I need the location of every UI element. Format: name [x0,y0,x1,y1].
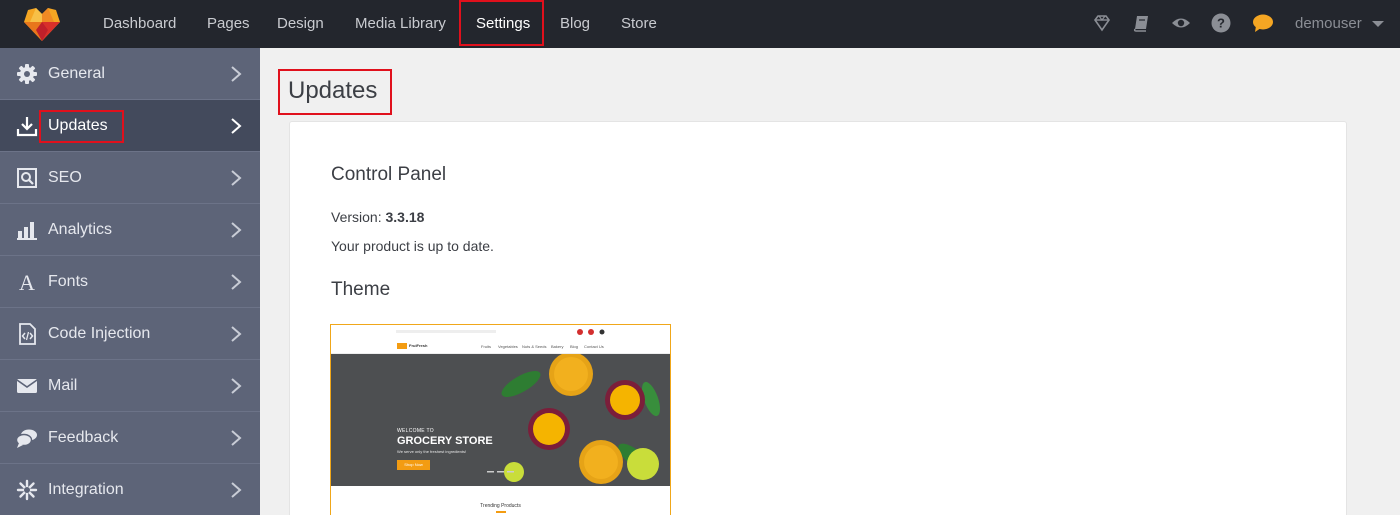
chevron-right-icon [231,378,242,394]
preview-brand: FruiFresh [409,343,428,348]
preview-divider [496,511,506,513]
chat-icon[interactable] [1252,12,1274,34]
nav-blog[interactable]: Blog [560,0,590,48]
sidebar-item-mail[interactable]: Mail [0,360,260,412]
preview-menu-2: Nuts & Seeds [522,344,547,349]
sidebar-item-feedback[interactable]: Feedback [0,412,260,464]
preview-trending-heading: Trending Products [480,503,521,509]
font-icon: A [19,271,35,293]
nav-store[interactable]: Store [621,0,657,48]
sidebar-item-integration[interactable]: Integration [0,464,260,515]
nav-design[interactable]: Design [277,0,324,48]
version-label: Version: [331,209,382,225]
feedback-icon [16,429,37,448]
theme-preview-hero: WELCOME TO GROCERY STORE We serve only t… [331,354,670,486]
preview-menu-1: Vegetables [498,344,518,349]
sidebar-item-label: SEO [48,169,82,186]
preview-menu-4: Blog [570,344,579,349]
chevron-right-icon [231,118,242,134]
sidebar-item-general[interactable]: General [0,48,260,100]
diamond-icon[interactable] [1091,12,1113,34]
sidebar-item-label: Mail [48,377,78,394]
seo-icon [17,168,37,188]
sidebar-item-label: Integration [48,481,124,498]
chevron-right-icon [231,430,242,446]
sidebar-item-label: Analytics [48,221,113,238]
chevron-right-icon [231,170,242,186]
analytics-icon [17,222,37,240]
sidebar-item-fonts[interactable]: A Fonts [0,256,260,308]
chevron-right-icon [231,222,242,238]
theme-preview[interactable]: FruiFresh Fruits Vegetables Nuts & Seeds… [330,324,671,515]
download-icon [16,117,38,137]
preview-cart-icons [577,329,605,335]
preview-search-bar [396,330,496,333]
mail-icon [16,379,38,393]
sidebar-item-label: Fonts [48,273,89,290]
preview-menu-3: Bakery [551,344,564,349]
user-menu[interactable]: demouser [1295,0,1362,48]
chevron-right-icon [231,326,242,342]
updates-highlight-box [39,110,124,143]
book-icon[interactable] [1131,12,1153,34]
sidebar-item-analytics[interactable]: Analytics [0,204,260,256]
chevron-right-icon [231,66,242,82]
sidebar-item-code-injection[interactable]: Code Injection [0,308,260,360]
chevron-down-icon[interactable] [1372,21,1384,27]
chevron-right-icon [231,274,242,290]
update-status: Your product is up to date. [331,238,494,254]
preview-menu-5: Contact Us [584,344,604,349]
theme-heading: Theme [331,279,391,300]
preview-hero-title: GROCERY STORE [397,435,493,447]
sidebar-item-label: Code Injection [48,325,151,342]
eye-icon[interactable] [1170,12,1192,34]
version-number: 3.3.18 [385,209,425,225]
preview-logo-icon [397,343,407,349]
integration-icon [16,479,38,501]
settings-sidebar: General Updates SEO Analytics A Fonts Co… [0,48,260,515]
version-line: Version: 3.3.18 [331,209,424,225]
nav-dashboard[interactable]: Dashboard [103,0,176,48]
title-highlight-box [278,69,392,115]
passion-fruit-image [331,354,670,486]
app-logo[interactable] [22,5,62,43]
settings-highlight-box [459,0,544,46]
sidebar-item-label: Feedback [48,429,119,446]
preview-hero-small: WELCOME TO [397,428,434,434]
svg-text:?: ? [1217,16,1225,31]
control-panel-heading: Control Panel [331,164,447,185]
nav-pages[interactable]: Pages [207,0,250,48]
top-navigation-bar: Dashboard Pages Design Media Library Set… [0,0,1400,48]
preview-hero-subtitle: We serve only the freshest ingredients! [397,449,467,454]
sidebar-item-seo[interactable]: SEO [0,152,260,204]
preview-shop-button: Shop Now [397,460,430,470]
help-icon[interactable]: ? [1210,12,1232,34]
theme-preview-header: FruiFresh Fruits Vegetables Nuts & Seeds… [331,325,670,354]
sidebar-item-label: General [48,65,105,82]
code-file-icon [19,323,36,345]
nav-media-library[interactable]: Media Library [355,0,446,48]
preview-menu-0: Fruits [481,344,491,349]
gear-icon [17,64,37,84]
chevron-right-icon [231,482,242,498]
svg-text:A: A [19,271,35,293]
